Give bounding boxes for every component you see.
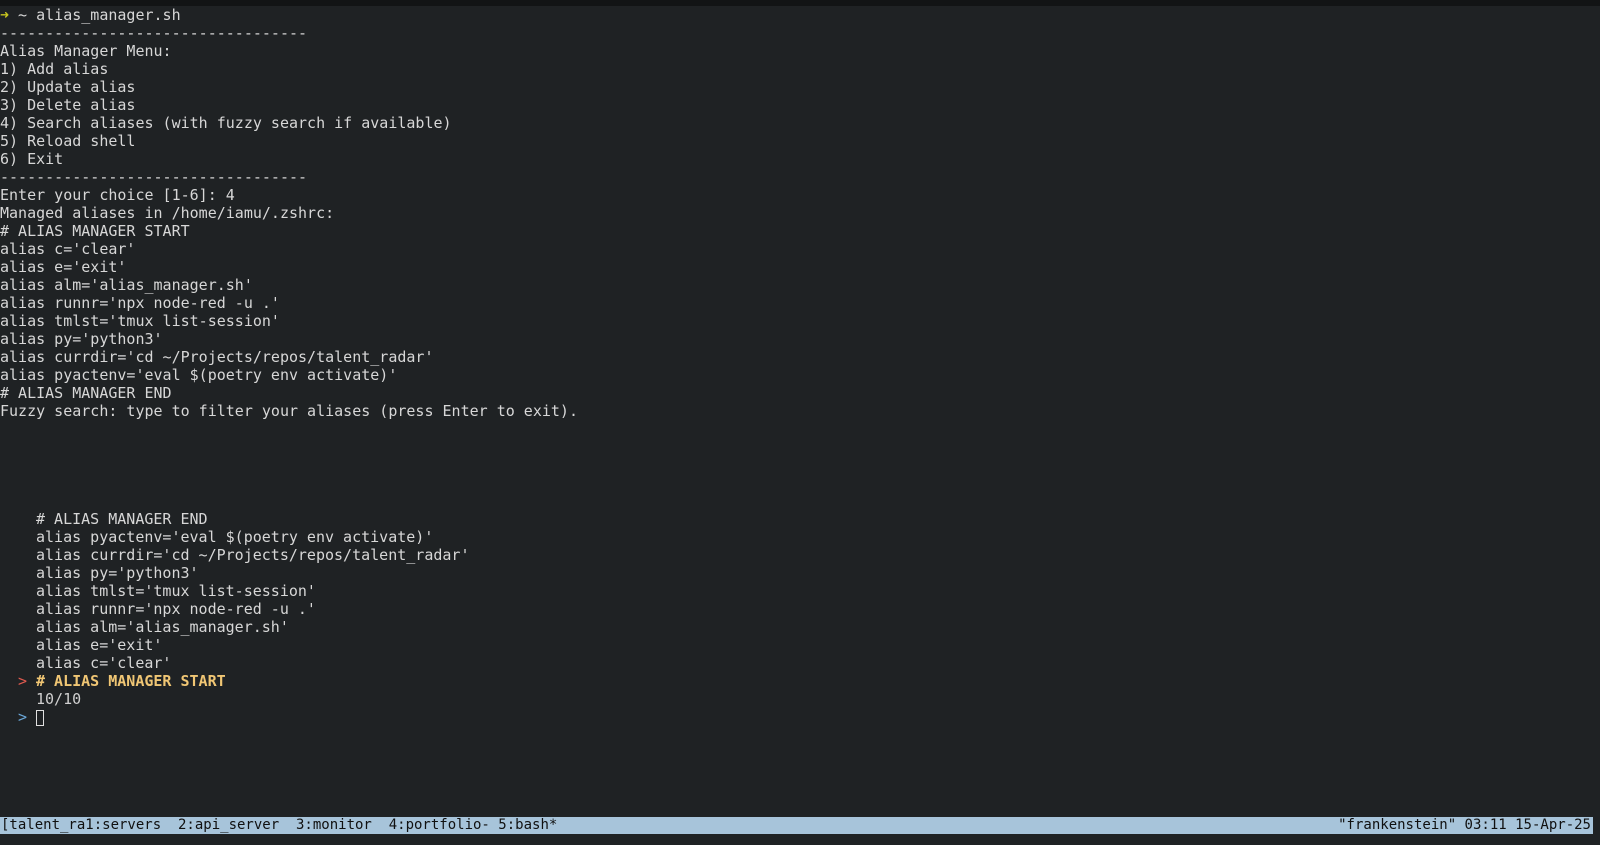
- fzf-item[interactable]: alias e='exit': [0, 636, 1600, 654]
- menu-option-search: 4) Search aliases (with fuzzy search if …: [0, 114, 452, 132]
- alias-block-start: # ALIAS MANAGER START: [0, 222, 190, 240]
- alias-line: alias pyactenv='eval $(poetry env activa…: [0, 366, 398, 384]
- selection-pointer-icon: >: [18, 672, 28, 690]
- separator-line: ----------------------------------: [0, 24, 308, 42]
- fzf-item[interactable]: alias c='clear': [0, 654, 1600, 672]
- managed-aliases-header: Managed aliases in /home/iamu/.zshrc:: [0, 204, 335, 222]
- fzf-item[interactable]: alias runnr='npx node-red -u .': [0, 600, 1600, 618]
- fzf-item[interactable]: alias tmlst='tmux list-session': [0, 582, 1600, 600]
- alias-line: alias py='python3': [0, 330, 163, 348]
- fzf-selected-item[interactable]: > # ALIAS MANAGER START: [0, 672, 1600, 690]
- menu-option-reload: 5) Reload shell: [0, 132, 136, 150]
- query-prompt-icon: >: [18, 708, 28, 726]
- fzf-query-line[interactable]: >: [0, 708, 1600, 726]
- fzf-item[interactable]: alias alm='alias_manager.sh': [0, 618, 1600, 636]
- alias-line: alias alm='alias_manager.sh': [0, 276, 253, 294]
- alias-block-end: # ALIAS MANAGER END: [0, 384, 172, 402]
- alias-line: alias e='exit': [0, 258, 127, 276]
- alias-line: alias c='clear': [0, 240, 136, 258]
- fzf-item[interactable]: alias currdir='cd ~/Projects/repos/talen…: [0, 546, 1600, 564]
- fzf-item[interactable]: # ALIAS MANAGER END: [0, 510, 1600, 528]
- cursor-block: [36, 709, 44, 726]
- prompt-command: ~ alias_manager.sh: [9, 6, 181, 24]
- alias-line: alias tmlst='tmux list-session': [0, 312, 280, 330]
- fzf-match-count: 10/10: [36, 690, 82, 708]
- menu-option-delete: 3) Delete alias: [0, 96, 136, 114]
- fzf-item[interactable]: alias py='python3': [0, 564, 1600, 582]
- alias-line: alias currdir='cd ~/Projects/repos/talen…: [0, 348, 434, 366]
- menu-option-add: 1) Add alias: [0, 60, 109, 78]
- alias-line: alias runnr='npx node-red -u .': [0, 294, 280, 312]
- selected-item-text: # ALIAS MANAGER START: [36, 672, 226, 690]
- menu-option-update: 2) Update alias: [0, 78, 136, 96]
- separator-line: ----------------------------------: [0, 168, 308, 186]
- menu-option-exit: 6) Exit: [0, 150, 64, 168]
- menu-title: Alias Manager Menu:: [0, 42, 172, 60]
- fuzzy-search-hint: Fuzzy search: type to filter your aliase…: [0, 402, 578, 420]
- prompt-line: ➜ ~ alias_manager.sh: [0, 6, 1600, 24]
- terminal-output: ➜ ~ alias_manager.sh -------------------…: [0, 6, 1600, 420]
- tmux-host-time: "frankenstein" 03:11 15-Apr-25: [1338, 817, 1591, 833]
- fzf-item[interactable]: alias pyactenv='eval $(poetry env activa…: [0, 528, 1600, 546]
- tmux-status-bar: [talent_ra1:servers 2:api_server 3:monit…: [0, 817, 1593, 834]
- fuzzy-finder[interactable]: # ALIAS MANAGER END alias pyactenv='eval…: [0, 510, 1600, 726]
- choice-prompt: Enter your choice [1-6]: 4: [0, 186, 235, 204]
- prompt-arrow-icon: ➜: [0, 6, 10, 24]
- tmux-window-list[interactable]: [talent_ra1:servers 2:api_server 3:monit…: [1, 817, 557, 834]
